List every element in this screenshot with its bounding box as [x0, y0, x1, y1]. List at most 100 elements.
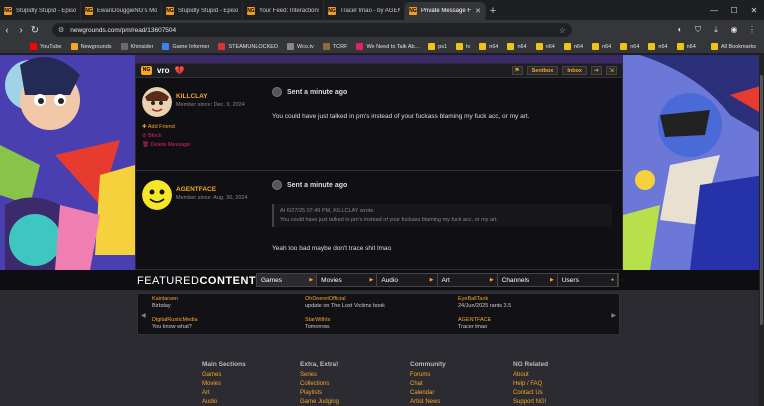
member-since: Member since: Aug. 30, 2024 [176, 195, 248, 201]
scrollbar-thumb[interactable] [760, 75, 763, 325]
bookmark-item[interactable]: We Need to Talk Ab... [356, 43, 419, 50]
back-icon[interactable]: ‹ [0, 25, 14, 36]
avatar[interactable] [142, 180, 172, 210]
featured-item[interactable]: DigitalRusticMedia You know what? [152, 317, 292, 330]
bookmark-item[interactable]: n64 [620, 43, 639, 50]
bookmark-item[interactable]: YouTube [30, 43, 62, 50]
footer-link[interactable]: Art [202, 389, 246, 398]
sent-status: Sent a minute ago [272, 180, 612, 190]
bookmark-label: We Need to Talk Ab... [366, 43, 420, 50]
quote-header: At 6/27/25 07:49 PM, KILLCLAY wrote: [280, 208, 375, 214]
browser-tab[interactable]: NG Stupidly Stupid - Episode 6 - Jm [0, 2, 81, 20]
footer-link[interactable]: Collections [300, 380, 339, 389]
bookmark-item[interactable]: Wco.tv [286, 43, 314, 50]
bookmark-item[interactable]: n64 [479, 43, 498, 50]
message-body: Sent a minute ago At 6/27/25 07:49 PM, K… [272, 180, 612, 252]
address-bar[interactable]: ⚙ newgrounds.com/pm/read/13607504 ☆ [52, 23, 572, 37]
bookmark-item[interactable]: Khinsider [120, 43, 153, 50]
browser-tab[interactable]: NG Tracer lmao - by AGENTFACE [324, 2, 405, 20]
new-tab-button[interactable]: + [486, 2, 500, 20]
footer-link[interactable]: Support NG! [513, 398, 548, 406]
bookmark-favicon-icon [620, 43, 628, 50]
menu-icon[interactable]: ⋮ [744, 25, 760, 35]
footer-link[interactable]: Game Judging [300, 398, 339, 406]
featured-tab-games[interactable]: Games ▶ [257, 274, 318, 286]
next-arrow-icon[interactable]: ▶ [611, 312, 616, 319]
featured-item[interactable]: StarWithIs Tomorrow. [305, 317, 445, 330]
featured-tab-art[interactable]: Art ▶ [438, 274, 498, 286]
footer-link[interactable]: Series [300, 371, 339, 380]
featured-item[interactable]: OhDeeretOfficial update on The Lost Victi… [305, 296, 445, 309]
url-text[interactable]: newgrounds.com/pm/read/13607504 [70, 27, 553, 34]
featured-item[interactable]: AGENTFACE Tracer lmao [458, 317, 598, 330]
browser-tab[interactable]: NG Stupidly Stupid - Episode 6 - Jm [162, 2, 243, 20]
flag-icon[interactable]: ⚑ [511, 66, 523, 75]
author-name[interactable]: AGENTFACE [176, 186, 216, 193]
footer-link[interactable]: Games [202, 371, 246, 380]
page-scrollbar[interactable] [759, 55, 764, 406]
block-link[interactable]: ⊘ Block [142, 133, 190, 139]
author-name[interactable]: KILLCLAY [176, 93, 208, 100]
bookmark-item[interactable]: n64 [507, 43, 527, 50]
footer-link[interactable]: Chat [410, 380, 446, 389]
bookmark-item[interactable]: TCRF [322, 43, 347, 50]
featured-tab-movies[interactable]: Movies ▶ [317, 274, 378, 286]
sentbox-button[interactable]: Sentbox [526, 66, 559, 75]
close-tab-icon[interactable]: ✕ [475, 7, 481, 15]
featured-title-a: FEATURED [137, 275, 200, 287]
bookmark-item[interactable]: ps1 [428, 43, 447, 50]
inbox-button[interactable]: Inbox [562, 66, 587, 75]
bookmark-item[interactable]: n64 [535, 43, 555, 50]
bookmark-star-icon[interactable]: ☆ [559, 26, 566, 35]
featured-tab-users[interactable]: Users ● [558, 274, 619, 286]
delete-label: Delete Message [150, 142, 191, 148]
forward-arrow-icon[interactable]: ➔ [591, 66, 602, 75]
close-window-icon[interactable]: ✕ [744, 6, 764, 15]
extension-icon[interactable]: ◐ [672, 25, 688, 35]
featured-tab-channels[interactable]: Channels ▶ [498, 274, 558, 286]
prev-arrow-icon[interactable]: ◀ [141, 312, 146, 319]
footer-link[interactable]: Calendar [410, 389, 446, 398]
footer-link[interactable]: Help / FAQ [513, 380, 548, 389]
bookmark-item[interactable]: n64 [592, 43, 611, 50]
footer-link[interactable]: Contact Us [513, 389, 548, 398]
site-info-icon[interactable]: ⚙ [58, 26, 64, 34]
bookmark-favicon-icon [120, 43, 128, 50]
arrow-icon: ▶ [309, 277, 314, 283]
profile-icon[interactable]: ◉ [726, 25, 742, 35]
bookmark-item[interactable]: n64 [648, 43, 668, 50]
bookmark-item[interactable]: n64 [676, 43, 696, 50]
arrow-icon: ▶ [369, 277, 374, 283]
bookmark-item[interactable]: tv [456, 43, 470, 50]
footer-link[interactable]: Audio [202, 398, 246, 406]
featured-tab-audio[interactable]: Audio ▶ [377, 274, 438, 286]
footer-link[interactable]: Movies [202, 380, 246, 389]
download-icon[interactable]: ⤓ [708, 25, 724, 35]
avatar[interactable] [142, 87, 172, 117]
export-icon[interactable]: ⇲ [606, 66, 617, 75]
bookmark-item[interactable]: STEAMUNLOCKED [218, 43, 278, 50]
bookmark-item[interactable]: n64 [563, 43, 583, 50]
forward-icon[interactable]: › [14, 25, 28, 36]
all-bookmarks-button[interactable]: All Bookmarks [710, 43, 764, 50]
footer-link[interactable]: About [513, 371, 548, 380]
footer-link[interactable]: Playlists [300, 389, 339, 398]
private-message-panel: NG vro 💔 ⚑ Sentbox Inbox ➔ ⇲ KILLCLAY Me… [135, 63, 623, 270]
footer-link[interactable]: Artist News [410, 398, 446, 406]
bookmark-item[interactable]: Newgrounds [70, 43, 112, 50]
minimize-icon[interactable]: — [704, 6, 724, 15]
bookmark-item[interactable]: Game Informer [162, 43, 209, 50]
browser-tab[interactable]: NG EwanDouggieNG's Movies [81, 2, 162, 20]
shield-icon[interactable]: ⛉ [690, 25, 706, 35]
featured-item[interactable]: EyeBallTank 24/Jun/2025 rants 3.5 [458, 296, 598, 309]
message-body: Sent a minute ago You could have just ta… [272, 87, 612, 120]
reload-icon[interactable]: ↻ [28, 25, 42, 36]
maximize-icon[interactable]: ☐ [724, 6, 744, 15]
browser-tab-active[interactable]: NG Private Message From: KILL✕ [405, 2, 486, 20]
browser-tab[interactable]: NG Your Feed: Interactions [243, 2, 324, 20]
delete-message-link[interactable]: 🗑 Delete Message [142, 142, 190, 148]
add-friend-link[interactable]: ✚ Add Friend [142, 124, 190, 130]
featured-item-sub: You know what? [152, 324, 192, 330]
footer-link[interactable]: Forums [410, 371, 446, 380]
featured-item[interactable]: Kainlarsen Birbday [152, 296, 292, 309]
